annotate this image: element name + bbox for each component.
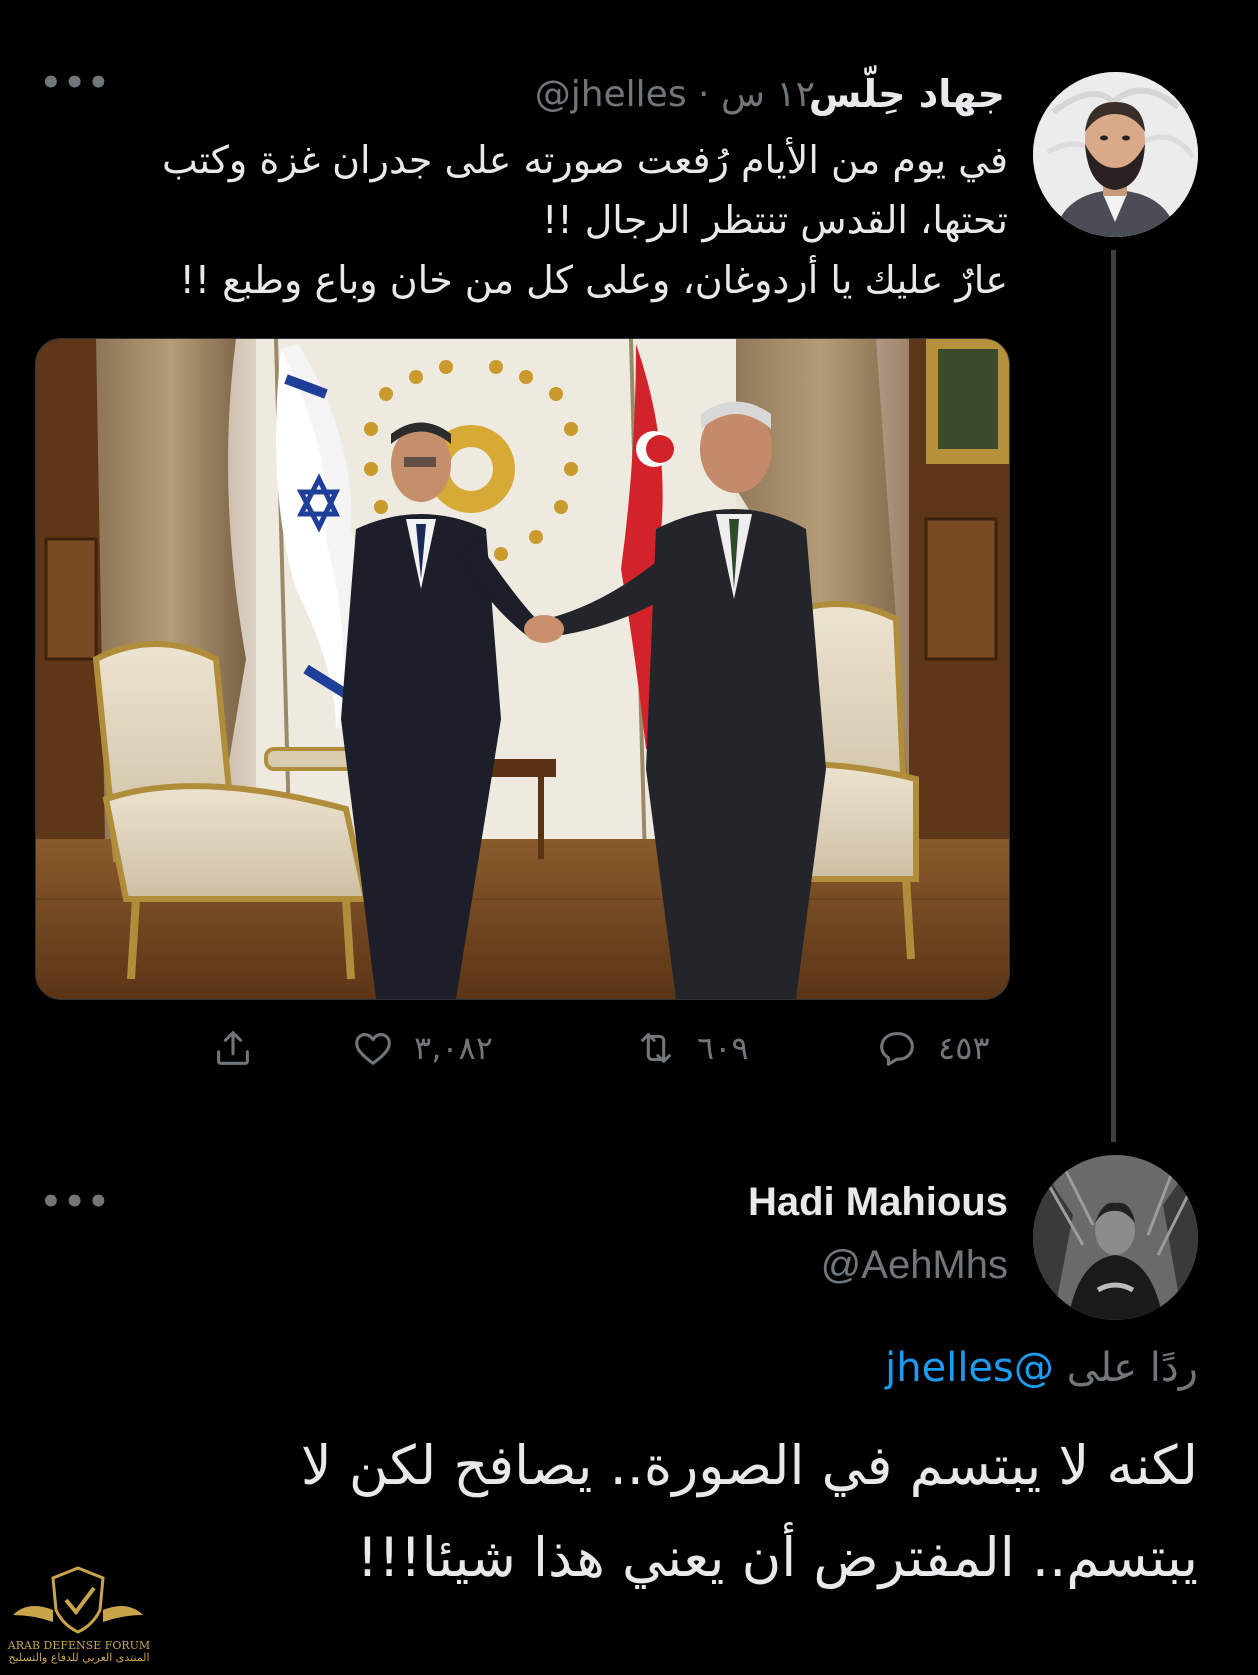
avatar-portrait (1033, 1155, 1198, 1320)
tweet-line: تحتها، القدس تنتظر الرجال !! (542, 198, 1008, 242)
forum-watermark-text: ARAB DEFENSE FORUM المنتدى العربي للدفاع… (7, 1639, 151, 1665)
author-display-name[interactable]: Hadi Mahious (748, 1180, 1008, 1225)
tweet-line: لكنه لا يبتسم في الصورة.. يصافح لكن لا (300, 1434, 1198, 1497)
like-icon (355, 1033, 391, 1065)
share-button[interactable] (210, 1025, 256, 1071)
like-count: ٣,٠٨٢ (414, 1029, 493, 1067)
avatar-aehmhs[interactable] (1033, 1155, 1198, 1320)
tweet-photo[interactable] (35, 338, 1010, 1000)
share-icon (217, 1031, 249, 1065)
reply-icon (880, 1032, 914, 1066)
tweet-line: في يوم من الأيام رُفعت صورته على جدران غ… (162, 138, 1008, 182)
more-icon[interactable]: ••• (40, 66, 111, 100)
replying-prefix: ردًا على (1066, 1345, 1198, 1391)
avatar-jhelles[interactable] (1033, 72, 1198, 237)
retweet-icon (641, 1033, 671, 1063)
replying-to: ردًا على @jhelles (885, 1345, 1198, 1391)
author-meta: @jhelles · ١٢ س (535, 74, 815, 115)
retweet-button[interactable]: ٦٠٩ (633, 1025, 749, 1071)
thread-connector-line (1111, 250, 1116, 1142)
avatar-portrait (1033, 72, 1198, 237)
tweet-body: لكنه لا يبتسم في الصورة.. يصافح لكن لا ي… (48, 1420, 1198, 1604)
tweet-timestamp[interactable]: ١٢ س (721, 74, 815, 115)
tweet-line: يبتسم.. المفترض أن يعني هذا شيئا!!! (356, 1526, 1198, 1589)
author-handle[interactable]: @AehMhs (821, 1243, 1008, 1288)
replying-mention-link[interactable]: @jhelles (885, 1345, 1054, 1391)
author-handle[interactable]: @jhelles (535, 74, 687, 115)
meta-separator: · (698, 74, 710, 115)
reply-count: ٤٥٣ (938, 1029, 990, 1067)
author-display-name[interactable]: جهاد حِلّس (809, 72, 1005, 116)
handshake-photo-illustration (36, 339, 1009, 999)
like-button[interactable]: ٣,٠٨٢ (350, 1025, 493, 1071)
tweet-body: في يوم من الأيام رُفعت صورته على جدران غ… (48, 130, 1008, 310)
shield-wings-icon (13, 1566, 143, 1634)
more-icon[interactable]: ••• (40, 1185, 111, 1219)
tweet-line: عارٌ عليك يا أردوغان، وعلى كل من خان وبا… (179, 258, 1008, 302)
retweet-count: ٦٠٩ (697, 1029, 749, 1067)
reply-button[interactable]: ٤٥٣ (874, 1025, 990, 1071)
